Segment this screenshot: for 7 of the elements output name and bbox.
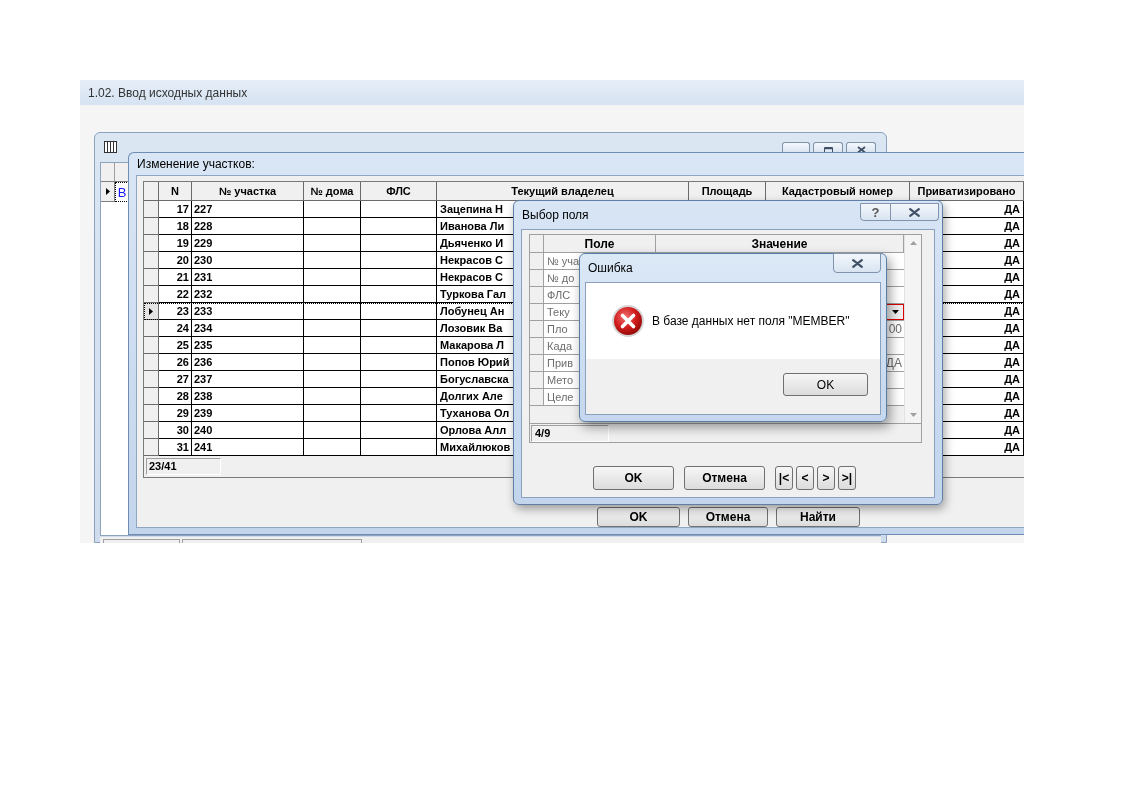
window-title: Изменение участков: xyxy=(137,158,255,170)
record-counter: 23/41 xyxy=(146,458,221,475)
record-counter: 4/9 xyxy=(531,424,609,442)
window-title: 1.02. Ввод исходных данных xyxy=(88,86,248,99)
table-cell: 241 xyxy=(192,439,304,456)
table-cell: 31 xyxy=(159,439,192,456)
table-cell: В xyxy=(115,182,129,202)
